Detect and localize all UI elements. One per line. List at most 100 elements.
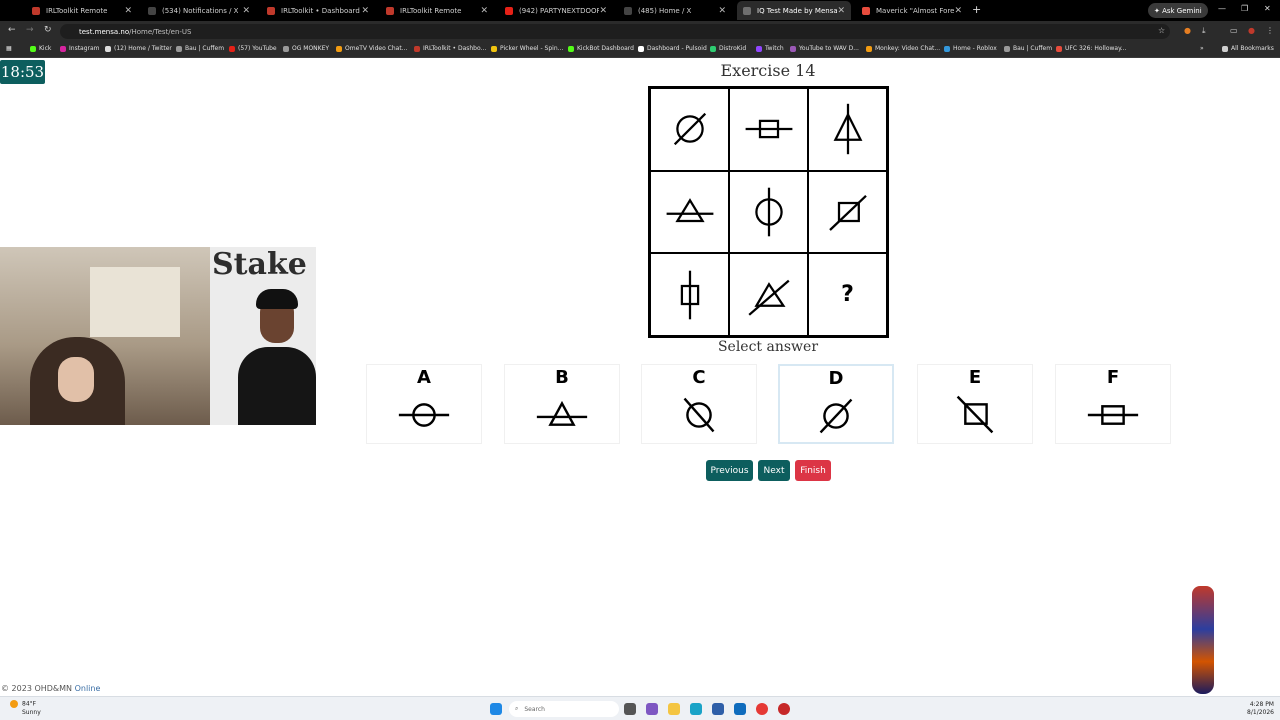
close-icon[interactable]: ✕: [718, 6, 726, 16]
profile-avatar-icon[interactable]: ●: [1248, 26, 1255, 35]
answer-option-c[interactable]: C: [641, 364, 757, 444]
finish-button[interactable]: Finish: [795, 460, 831, 481]
apps-icon[interactable]: ▦: [6, 45, 12, 52]
bookmark-youtube-wav[interactable]: YouTube to WAV D...: [790, 45, 859, 52]
copilot-icon[interactable]: [646, 703, 658, 715]
distrokid-icon: [710, 45, 716, 52]
file-explorer-icon[interactable]: [668, 703, 680, 715]
mail-icon[interactable]: [734, 703, 746, 715]
bookmark-label: OG MONKEY: [292, 45, 330, 52]
weather-condition: Sunny: [22, 708, 41, 716]
weather-widget[interactable]: 84°F Sunny: [10, 700, 41, 717]
more-bookmarks-icon[interactable]: »: [1200, 45, 1204, 52]
windows-start-icon[interactable]: [490, 703, 502, 715]
back-icon[interactable]: ←: [8, 25, 16, 35]
close-window-icon[interactable]: ✕: [1264, 4, 1271, 13]
bookmark-bau-cuffem[interactable]: Bau | Cuffem: [176, 45, 224, 52]
answer-option-d[interactable]: D: [778, 364, 894, 444]
edge-icon[interactable]: [690, 703, 702, 715]
option-letter: A: [417, 367, 431, 388]
bookmark-ometv[interactable]: OmeTV Video Chat...: [336, 45, 407, 52]
bookmark-og-monkey[interactable]: OG MONKEY: [283, 45, 329, 52]
bookmark-roblox[interactable]: Home - Roblox: [944, 45, 997, 52]
download-icon[interactable]: ⤓: [1202, 26, 1206, 36]
ufc-icon: [1056, 45, 1062, 52]
store-icon[interactable]: [712, 703, 724, 715]
all-bookmarks-folder[interactable]: All Bookmarks: [1222, 45, 1274, 52]
tab-iq-test[interactable]: IQ Test Made by Mensa Norwa ✕: [737, 1, 851, 20]
menu-icon[interactable]: ⋮: [1266, 26, 1274, 35]
online-link[interactable]: Online: [75, 684, 101, 693]
close-icon[interactable]: ✕: [599, 6, 607, 16]
bookmark-kickbot[interactable]: KickBot Dashboard: [568, 45, 634, 52]
task-view-icon[interactable]: [624, 703, 636, 715]
tab-title: (534) Notifications / X: [162, 6, 239, 15]
bookmark-star-icon[interactable]: ☆: [1158, 26, 1165, 35]
reload-icon[interactable]: ↻: [44, 25, 52, 35]
close-icon[interactable]: ✕: [480, 6, 488, 16]
answer-option-e[interactable]: E: [917, 364, 1033, 444]
bookmark-kick[interactable]: Kick: [30, 45, 51, 52]
youtube-icon: [229, 45, 235, 52]
maximize-icon[interactable]: ❐: [1241, 4, 1248, 13]
bookmark-bau-cuffem-2[interactable]: Bau | Cuffem: [1004, 45, 1052, 52]
bookmark-picker-wheel[interactable]: Picker Wheel - Spin...: [491, 45, 563, 52]
sidebar-icon[interactable]: ▭: [1230, 26, 1238, 35]
bookmark-distrokid[interactable]: DistroKid: [710, 45, 746, 52]
tab-maverick[interactable]: Maverick "Almost Forever" EP ✕: [856, 1, 968, 20]
answer-option-f[interactable]: F: [1055, 364, 1171, 444]
close-icon[interactable]: ✕: [837, 6, 845, 16]
taskbar-search-input[interactable]: ⌕ Search: [509, 701, 619, 717]
bookmark-instagram[interactable]: Instagram: [60, 45, 100, 52]
bookmark-label: KickBot Dashboard: [577, 45, 634, 52]
chrome-icon[interactable]: [756, 703, 768, 715]
option-letter: C: [692, 367, 706, 388]
new-tab-button[interactable]: +: [972, 3, 981, 16]
close-icon[interactable]: ✕: [124, 6, 132, 16]
globe-icon: [1004, 45, 1010, 52]
bookmark-monkey-chat[interactable]: Monkey: Video Chat...: [866, 45, 940, 52]
close-icon[interactable]: ✕: [954, 6, 962, 16]
globe-icon: [176, 45, 182, 52]
close-icon[interactable]: ✕: [242, 6, 250, 16]
ask-gemini-button[interactable]: ✦ Ask Gemini: [1148, 3, 1208, 18]
answer-option-a[interactable]: A: [366, 364, 482, 444]
bookmark-pulsoid[interactable]: Dashboard - Pulsoid: [638, 45, 707, 52]
close-icon[interactable]: ✕: [361, 6, 369, 16]
triangle-slash-icon: [747, 279, 790, 316]
webcam-face-left: [58, 357, 94, 402]
bookmark-ufc[interactable]: UFC 326: Holloway...: [1056, 45, 1127, 52]
square-horizontal-line-icon: [1087, 405, 1139, 425]
previous-button[interactable]: Previous: [706, 460, 753, 481]
tab-irltoolkit-dashboard[interactable]: IRLToolkit • Dashboard ✕: [261, 1, 375, 20]
taskbar-clock[interactable]: 4:28 PM 8/1/2026: [1238, 701, 1274, 717]
matrix-cell-triangle-horizontal: [650, 170, 729, 254]
next-button[interactable]: Next: [758, 460, 790, 481]
matrix-cell-triangle-diagonal: [729, 253, 808, 336]
bookmark-label: Home - Roblox: [953, 45, 997, 52]
webcam-person-right: [238, 347, 316, 425]
tab-home-x[interactable]: (485) Home / X ✕: [618, 1, 732, 20]
triangle-horizontal-line-icon: [666, 198, 713, 223]
bookmark-twitter[interactable]: (12) Home / Twitter: [105, 45, 172, 52]
forward-icon[interactable]: →: [26, 25, 34, 35]
triangle-vertical-line-icon: [833, 104, 862, 155]
bookmark-twitch[interactable]: Twitch: [756, 45, 784, 52]
answer-option-b[interactable]: B: [504, 364, 620, 444]
app-icon[interactable]: [778, 703, 790, 715]
question-mark: ?: [841, 282, 854, 308]
tab-irltoolkit-remote-2[interactable]: IRLToolkit Remote ✕: [380, 1, 494, 20]
bookmark-youtube[interactable]: (57) YouTube: [229, 45, 277, 52]
tab-notifications-x[interactable]: (534) Notifications / X ✕: [142, 1, 256, 20]
bookmark-irltoolkit[interactable]: IRLToolkit • Dashbo...: [414, 45, 486, 52]
address-bar: ← → ↻ test.mensa.no/Home/Test/en-US ☆ ● …: [0, 21, 1280, 42]
bookmark-label: OmeTV Video Chat...: [345, 45, 408, 52]
tab-youtube-partynextdoor[interactable]: (942) PARTYNEXTDOOR - Only ✕: [499, 1, 613, 20]
tab-irltoolkit-remote[interactable]: IRLToolkit Remote ✕: [26, 1, 138, 20]
circle-horizontal-line-icon: [398, 403, 450, 427]
option-letter: D: [828, 368, 844, 389]
url-input[interactable]: test.mensa.no/Home/Test/en-US: [60, 24, 1170, 39]
minimize-icon[interactable]: —: [1218, 4, 1226, 13]
extension-icon[interactable]: ●: [1184, 26, 1191, 35]
pulsoid-icon: [638, 45, 644, 52]
